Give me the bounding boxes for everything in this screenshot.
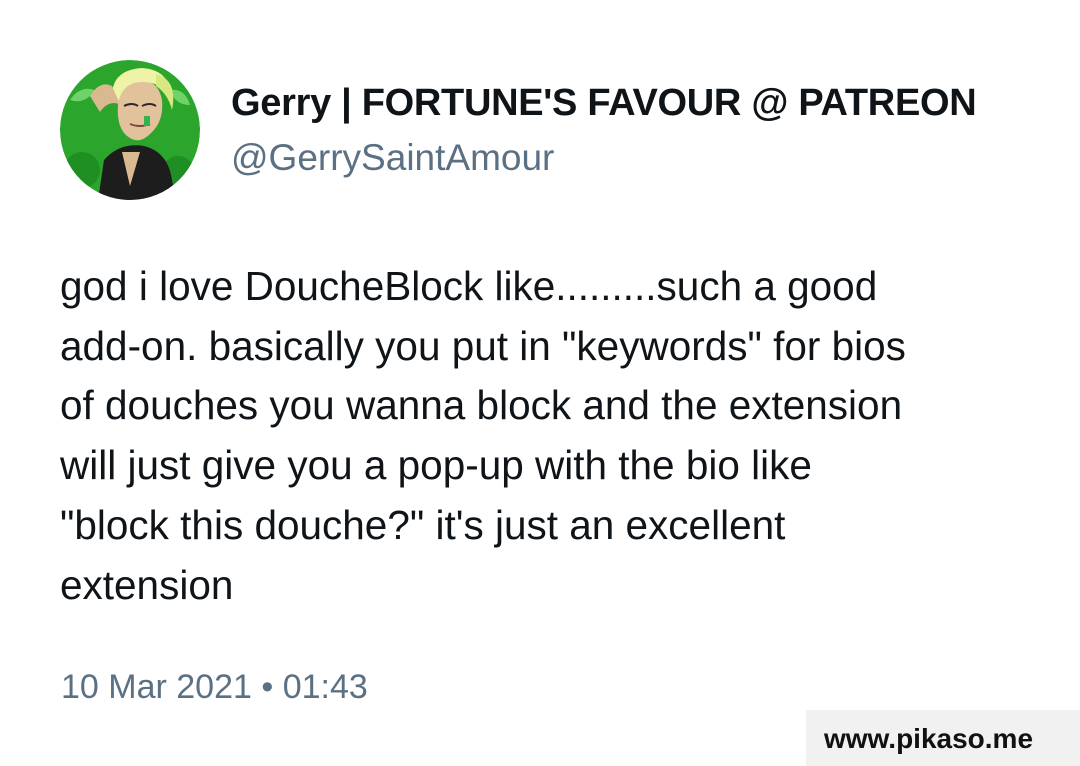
tweet-text-line: extension	[60, 561, 234, 608]
display-name[interactable]: Gerry | FORTUNE'S FAVOUR @ PATREON	[231, 80, 977, 126]
watermark-text: www.pikaso.me	[824, 723, 1034, 754]
user-handle[interactable]: @GerrySaintAmour	[231, 136, 554, 180]
tweet-text-line: "block this douche?" it's just an excell…	[60, 501, 786, 548]
tweet-text-line: of douches you wanna block and the exten…	[60, 382, 903, 429]
tweet-text: god i love DoucheBlock like.........such…	[60, 257, 1030, 615]
tweet-text-line: god i love DoucheBlock like.........such…	[60, 263, 878, 309]
tweet-timestamp[interactable]: 10 Mar 2021 • 01:43	[61, 666, 368, 708]
tweet-text-line: add-on. basically you put in "keywords" …	[60, 322, 906, 369]
tweet-text-line: will just give you a pop-up with the bio…	[60, 442, 812, 489]
profile-avatar-illustration	[60, 60, 200, 200]
avatar[interactable]	[60, 60, 200, 200]
watermark-box: www.pikaso.me	[806, 710, 1080, 766]
